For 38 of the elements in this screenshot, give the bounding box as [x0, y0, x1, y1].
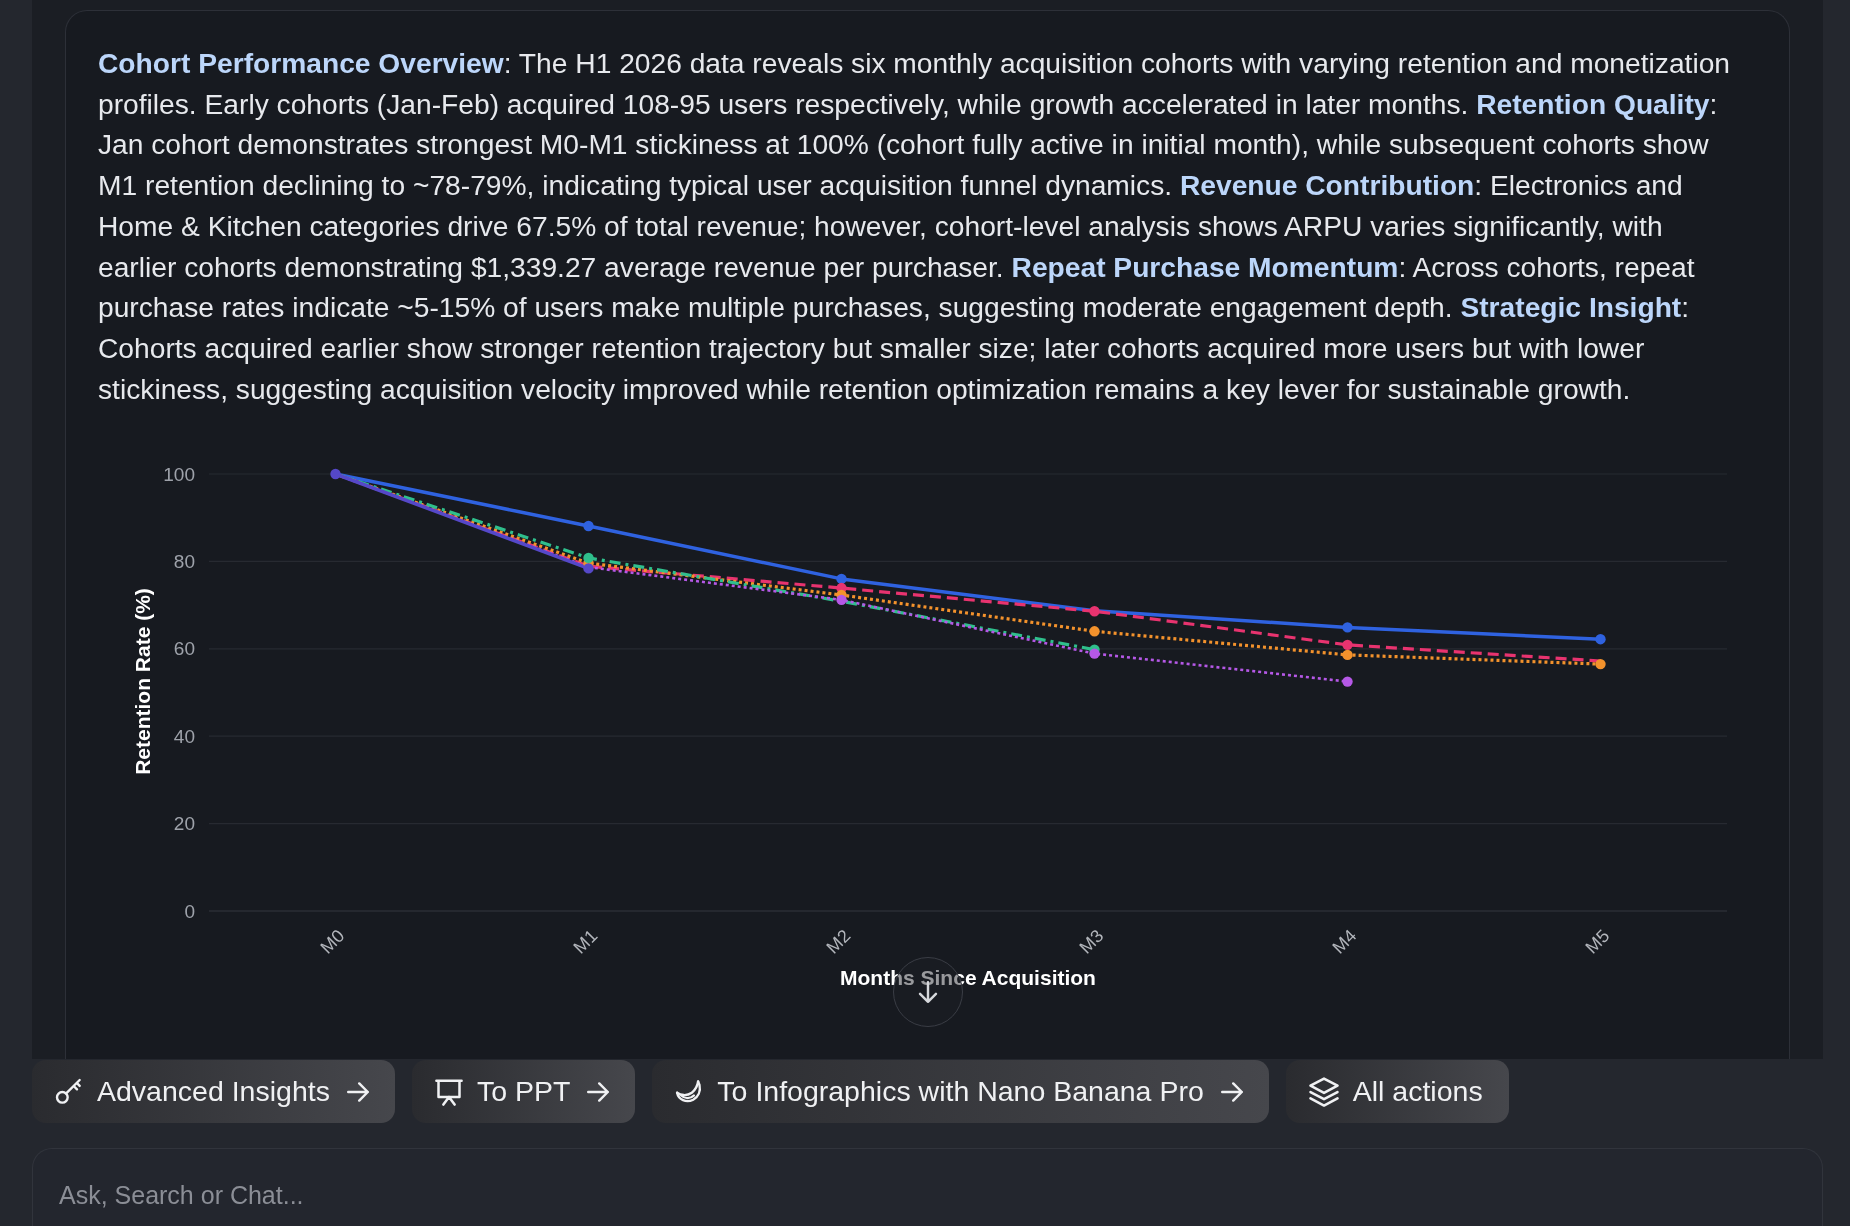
data-point — [583, 563, 594, 574]
axis-tick-label: 20 — [173, 813, 195, 835]
axis-tick-label: 60 — [173, 638, 195, 660]
axis-tick-label: M5 — [1581, 926, 1614, 958]
summary-paragraph: Cohort Performance Overview: The H1 2026 data reveals six monthly acquisition cohorts with varying retention and monetization profiles. Early cohorts (Jan-Feb) acquired 108-95 users respectively, while growth accelerated in later months. Retention Quality: Jan cohort demonstrates strongest M0-M1 stickiness at 100% (cohort fully active in initial month), while subsequent cohorts show M1 retention declining to ~78-79%, indicating typical user acquisition funnel dynamics. Revenue Contribution: Electronics and Home & Kitchen categories drive 67.5% of total revenue; however, cohort-level analysis shows ARPU varies significantly, with earlier cohorts demonstrating $1,339.27 average revenue per purchaser. Repeat Purchase Momentum: Across cohorts, repeat purchase rates indicate ~5-15% of users make multiple purchases, suggesting moderate engagement depth. Strategic Insight: Cohorts acquired earlier show stronger retention trajectory but smaller size; later cohorts acquired more users but with lower stickiness, suggesting acquisition velocity improved while retention optimization remains a key lever for sustainable growth. — [97, 46, 1732, 407]
data-point — [836, 574, 847, 585]
axis-tick-label: 80 — [173, 551, 195, 573]
data-point — [1342, 676, 1353, 688]
axis-tick-label: M2 — [822, 926, 855, 958]
data-point — [1342, 622, 1353, 633]
data-point — [1595, 659, 1606, 670]
data-point — [1089, 648, 1100, 660]
data-point — [330, 469, 341, 480]
axis-tick-label: M0 — [316, 926, 349, 958]
data-point — [836, 595, 847, 606]
data-point — [583, 553, 594, 564]
key-icon — [55, 1077, 83, 1106]
data-point — [1089, 626, 1100, 637]
data-point — [1089, 606, 1100, 617]
layers-icon — [1308, 1076, 1339, 1107]
axis-tick-label: M1 — [569, 926, 602, 958]
axis-title: Retention Rate (%) — [131, 588, 154, 776]
data-point — [1342, 650, 1353, 661]
action-button[interactable]: To Infographics with Nano Banana Pro — [652, 1060, 1269, 1123]
axis-tick-label: 40 — [173, 726, 195, 748]
axis-tick-label: M4 — [1328, 926, 1361, 958]
axis-tick-label: M3 — [1075, 926, 1108, 958]
action-button[interactable]: Advanced Insights — [32, 1060, 395, 1123]
axis-tick-label: 0 — [184, 900, 195, 922]
data-point — [1595, 634, 1606, 645]
action-button[interactable]: To PPT — [411, 1060, 636, 1123]
chat-input[interactable]: Ask, Search or Chat... — [32, 1148, 1823, 1226]
data-point — [583, 521, 594, 532]
action-button[interactable]: All actions — [1285, 1060, 1509, 1123]
data-point — [1342, 640, 1353, 651]
axis-tick-label: 100 — [163, 463, 195, 485]
axis-title: Months Since Acquisition — [840, 966, 1096, 990]
presentation-screen-icon — [434, 1077, 463, 1106]
